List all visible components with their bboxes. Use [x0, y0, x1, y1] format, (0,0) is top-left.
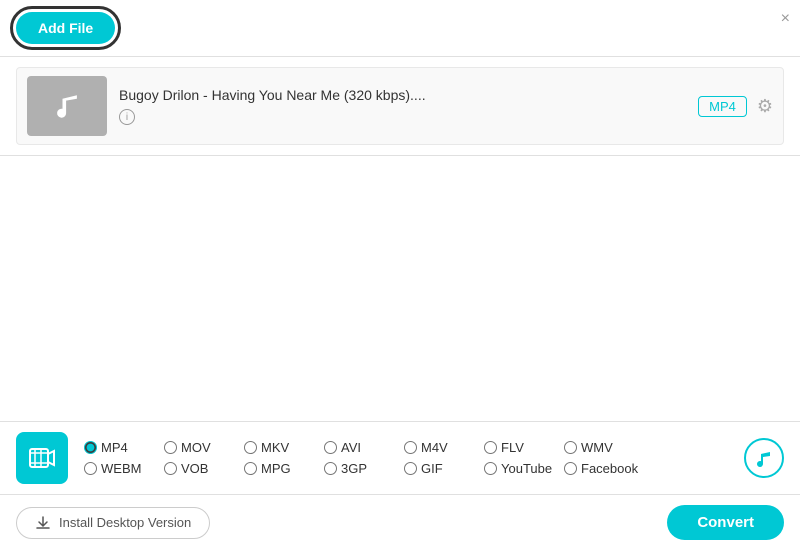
format-grid: MP4 MOV MKV AVI M4V FLV WM [84, 440, 734, 476]
top-bar: Add File × [0, 0, 800, 57]
format-option-mov[interactable]: MOV [164, 440, 244, 455]
file-info: Bugoy Drilon - Having You Near Me (320 k… [119, 87, 686, 126]
format-option-mkv[interactable]: MKV [244, 440, 324, 455]
format-badge[interactable]: MP4 [698, 96, 747, 117]
format-radio-vob[interactable] [164, 462, 177, 475]
action-bar: Install Desktop Version Convert [0, 495, 800, 550]
file-thumbnail [27, 76, 107, 136]
music-icon [49, 88, 85, 124]
empty-area [0, 156, 800, 356]
install-button[interactable]: Install Desktop Version [16, 507, 210, 539]
format-option-flv[interactable]: FLV [484, 440, 564, 455]
install-button-label: Install Desktop Version [59, 515, 191, 530]
bottom-panel: MP4 MOV MKV AVI M4V FLV WM [0, 421, 800, 550]
format-radio-webm[interactable] [84, 462, 97, 475]
format-radio-m4v[interactable] [404, 441, 417, 454]
format-radio-mkv[interactable] [244, 441, 257, 454]
format-radio-mpg[interactable] [244, 462, 257, 475]
film-icon [28, 444, 56, 472]
format-radio-wmv[interactable] [564, 441, 577, 454]
download-icon [35, 515, 51, 531]
info-icon[interactable]: i [119, 109, 135, 125]
format-radio-avi[interactable] [324, 441, 337, 454]
format-panel: MP4 MOV MKV AVI M4V FLV WM [0, 422, 800, 495]
format-option-mp4[interactable]: MP4 [84, 440, 164, 455]
format-option-vob[interactable]: VOB [164, 461, 244, 476]
format-option-mpg[interactable]: MPG [244, 461, 324, 476]
audio-mode-button[interactable] [744, 438, 784, 478]
format-option-facebook[interactable]: Facebook [564, 461, 644, 476]
file-item: Bugoy Drilon - Having You Near Me (320 k… [16, 67, 784, 145]
format-option-wmv[interactable]: WMV [564, 440, 644, 455]
close-button[interactable]: × [781, 10, 790, 28]
format-radio-3gp[interactable] [324, 462, 337, 475]
format-radio-gif[interactable] [404, 462, 417, 475]
format-option-youtube[interactable]: YouTube [484, 461, 564, 476]
format-option-gif[interactable]: GIF [404, 461, 484, 476]
file-title: Bugoy Drilon - Having You Near Me (320 k… [119, 87, 686, 103]
format-radio-mov[interactable] [164, 441, 177, 454]
convert-button[interactable]: Convert [667, 505, 784, 540]
format-row-2: WEBM VOB MPG 3GP GIF YouTube [84, 461, 734, 476]
format-radio-mp4[interactable] [84, 441, 97, 454]
file-actions: MP4 ⚙ [698, 96, 773, 117]
format-option-3gp[interactable]: 3GP [324, 461, 404, 476]
format-radio-flv[interactable] [484, 441, 497, 454]
add-file-button[interactable]: Add File [16, 12, 115, 44]
format-row-1: MP4 MOV MKV AVI M4V FLV WM [84, 440, 734, 455]
format-option-m4v[interactable]: M4V [404, 440, 484, 455]
video-icon-wrap [16, 432, 68, 484]
format-option-webm[interactable]: WEBM [84, 461, 164, 476]
format-radio-youtube[interactable] [484, 462, 497, 475]
format-radio-facebook[interactable] [564, 462, 577, 475]
audio-icon [754, 448, 774, 468]
gear-icon[interactable]: ⚙ [757, 96, 773, 117]
format-option-avi[interactable]: AVI [324, 440, 404, 455]
file-list: Bugoy Drilon - Having You Near Me (320 k… [0, 57, 800, 156]
